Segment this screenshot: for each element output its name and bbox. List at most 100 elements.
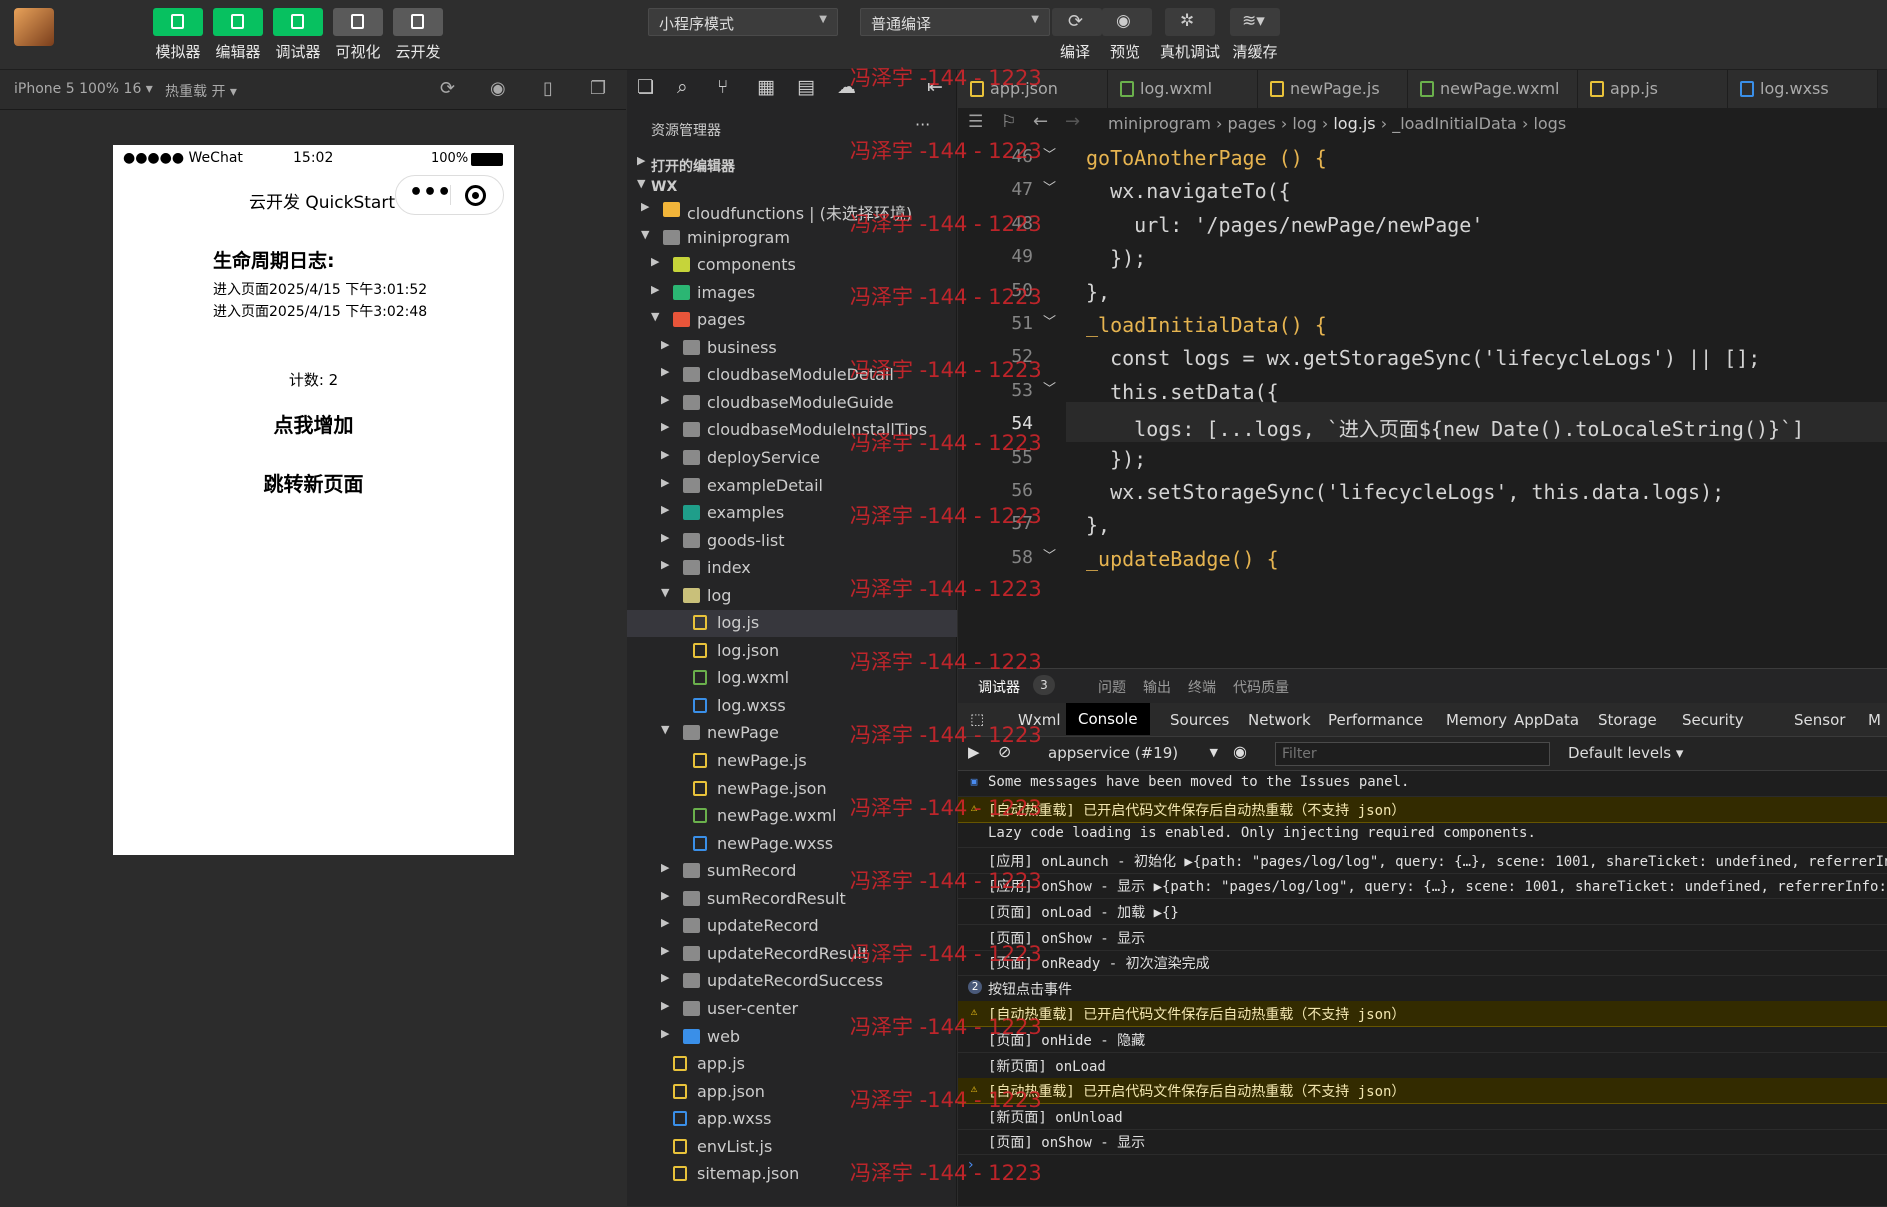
editor-tab[interactable]: newPage.js — [1258, 70, 1408, 108]
avatar[interactable] — [14, 8, 54, 46]
devtools-tab[interactable]: Performance — [1328, 711, 1423, 729]
code-line[interactable]: goToAnotherPage () { — [1086, 146, 1327, 170]
tree-item-label: exampleDetail — [707, 475, 823, 495]
phone-icon[interactable]: ▯ — [543, 78, 553, 99]
chevron-down-icon: ▼ — [661, 585, 670, 599]
capsule-button[interactable]: ••• — [395, 175, 504, 215]
devtools-tab[interactable]: Memory — [1446, 711, 1507, 729]
console-message-text: [新页面] onLoad — [988, 1058, 1106, 1075]
devtools-tab[interactable]: Storage — [1598, 711, 1657, 729]
window-icon[interactable]: ❐ — [590, 78, 606, 99]
breadcrumb-item[interactable]: miniprogram — [1108, 114, 1211, 133]
code-toggle-button[interactable] — [213, 8, 263, 36]
debug-icon — [291, 14, 304, 29]
code-line[interactable]: }); — [1086, 447, 1146, 471]
code-line[interactable]: url: '/pages/newPage/newPage' — [1086, 213, 1483, 237]
code-line[interactable]: wx.navigateTo({ — [1086, 179, 1291, 203]
debugger-tab[interactable]: 终端 — [1188, 677, 1216, 697]
console-output: ▣ Some messages have been moved to the Is… — [958, 771, 1887, 1207]
debug-toggle-button[interactable] — [273, 8, 323, 36]
clear-cache-button[interactable]: ≋▾ — [1230, 8, 1280, 36]
debugger-tab[interactable]: 问题 — [1098, 677, 1126, 697]
outline-icon[interactable]: ☰ — [968, 112, 983, 132]
tree-item[interactable]: ▶ updateRecord — [627, 913, 957, 940]
extensions-icon[interactable]: ▦ — [757, 76, 775, 98]
breadcrumb-item[interactable]: _loadInitialData — [1392, 114, 1517, 133]
devtools-tab[interactable]: Security — [1682, 711, 1744, 729]
devtools-tab[interactable]: Sensor — [1794, 711, 1845, 729]
editor-tab[interactable]: log.wxml — [1108, 70, 1258, 108]
devtools-tab[interactable]: Network — [1248, 711, 1311, 729]
breadcrumb-item[interactable]: log — [1292, 114, 1316, 133]
console-filter-input[interactable] — [1275, 742, 1550, 766]
code-line[interactable]: }, — [1086, 513, 1110, 537]
fold-chevron-icon[interactable]: ﹀ — [1043, 311, 1056, 330]
git-icon[interactable]: ⑂ — [717, 76, 728, 98]
editor-tab[interactable]: newPage.wxml — [1408, 70, 1578, 108]
bookmark-icon[interactable]: ⚐ — [1001, 112, 1016, 132]
tree-item[interactable]: ▶ cloudbaseModuleGuide — [627, 390, 957, 417]
tree-item[interactable]: newPage.wxss — [627, 831, 957, 858]
debugger-tab[interactable]: 输出 — [1143, 677, 1171, 697]
fold-chevron-icon[interactable]: ﹀ — [1043, 177, 1056, 196]
forward-icon[interactable]: → — [1065, 111, 1080, 132]
breadcrumb-item[interactable]: pages — [1228, 114, 1276, 133]
device-select[interactable]: iPhone 5 100% 16 ▾ — [14, 81, 153, 97]
fold-chevron-icon[interactable]: ﹀ — [1043, 378, 1056, 397]
back-icon[interactable]: ← — [1033, 111, 1048, 132]
phone-toggle-button[interactable] — [153, 8, 203, 36]
tree-item[interactable]: ▼ pages — [627, 307, 957, 334]
real-device-debug-button[interactable]: ✲ — [1165, 8, 1215, 36]
mode-select[interactable]: 小程序模式 ▼ — [648, 8, 838, 36]
code-area[interactable]: 46 goToAnotherPage () {﹀ 47 wx.navigateTo(… — [958, 140, 1887, 668]
code-line[interactable]: }, — [1086, 280, 1110, 304]
add-button[interactable]: 点我增加 — [113, 409, 514, 438]
tree-item[interactable]: ▶ components — [627, 252, 957, 279]
tree-item[interactable]: app.js — [627, 1051, 957, 1078]
devtools-tab[interactable]: AppData — [1514, 711, 1579, 729]
rotate-icon[interactable]: ⟳ — [440, 78, 455, 99]
context-select[interactable]: appservice (#19) ▼ — [1048, 744, 1218, 762]
code-line[interactable]: logs: [...logs, `进入页面${new Date().toLoca… — [1086, 413, 1804, 442]
layout-toggle-button[interactable] — [333, 8, 383, 36]
store-icon[interactable]: ▤ — [797, 76, 815, 98]
breadcrumb-item[interactable]: log.js — [1333, 114, 1375, 133]
devtools-tab[interactable]: Console — [1066, 703, 1150, 735]
cloud-toggle-button[interactable] — [393, 8, 443, 36]
preview-button[interactable]: ◉ — [1102, 8, 1152, 36]
breadcrumb-item[interactable]: logs — [1533, 114, 1566, 133]
search-icon[interactable]: ⌕ — [677, 76, 688, 98]
more-icon[interactable]: ••• — [409, 180, 451, 205]
tree-item[interactable]: ▶ exampleDetail — [627, 473, 957, 500]
jump-button[interactable]: 跳转新页面 — [113, 468, 514, 497]
tree-item[interactable]: ▶ goods-list — [627, 528, 957, 555]
compile-button[interactable]: ⟳ — [1052, 8, 1102, 36]
fold-chevron-icon[interactable]: ﹀ — [1043, 144, 1056, 163]
code-line[interactable]: this.setData({ — [1086, 380, 1279, 404]
code-line[interactable]: _updateBadge() { — [1086, 547, 1279, 571]
devtools-tab[interactable]: Sources — [1170, 711, 1229, 729]
fold-chevron-icon[interactable]: ﹀ — [1043, 545, 1056, 564]
code-line[interactable]: }); — [1086, 246, 1146, 270]
debugger-tab[interactable]: 代码质量 — [1233, 677, 1289, 697]
tree-item[interactable]: newPage.js — [627, 748, 957, 775]
tree-item[interactable]: log.js — [627, 610, 957, 638]
close-miniprogram-icon[interactable] — [465, 185, 486, 206]
eye-icon[interactable]: ◉ — [1233, 742, 1247, 761]
devtools-tab[interactable]: M — [1868, 711, 1881, 729]
tree-item[interactable]: log.wxss — [627, 693, 957, 720]
hotreload-select[interactable]: 热重载 开 ▾ — [165, 81, 237, 101]
more-icon[interactable]: ··· — [915, 115, 930, 134]
compile-select[interactable]: 普通编译 ▼ — [860, 8, 1050, 36]
tree-item[interactable]: ▶ updateRecordSuccess — [627, 968, 957, 995]
debugger-tab[interactable]: 调试器 — [978, 677, 1020, 697]
editor-tab[interactable]: log.wxss — [1728, 70, 1878, 108]
log-levels-select[interactable]: Default levels ▾ — [1568, 744, 1683, 762]
code-line[interactable]: wx.setStorageSync('lifecycleLogs', this.… — [1086, 480, 1724, 504]
debugger-top-tabs: 调试器 问题 输出 终端 代码质量 3 — [958, 669, 1887, 703]
stop-icon[interactable]: ◉ — [490, 78, 506, 99]
code-line[interactable]: const logs = wx.getStorageSync('lifecycl… — [1086, 346, 1760, 370]
code-line[interactable]: _loadInitialData() { — [1086, 313, 1327, 337]
editor-tab[interactable]: app.js — [1578, 70, 1728, 108]
files-icon[interactable]: ❏ — [637, 76, 654, 98]
